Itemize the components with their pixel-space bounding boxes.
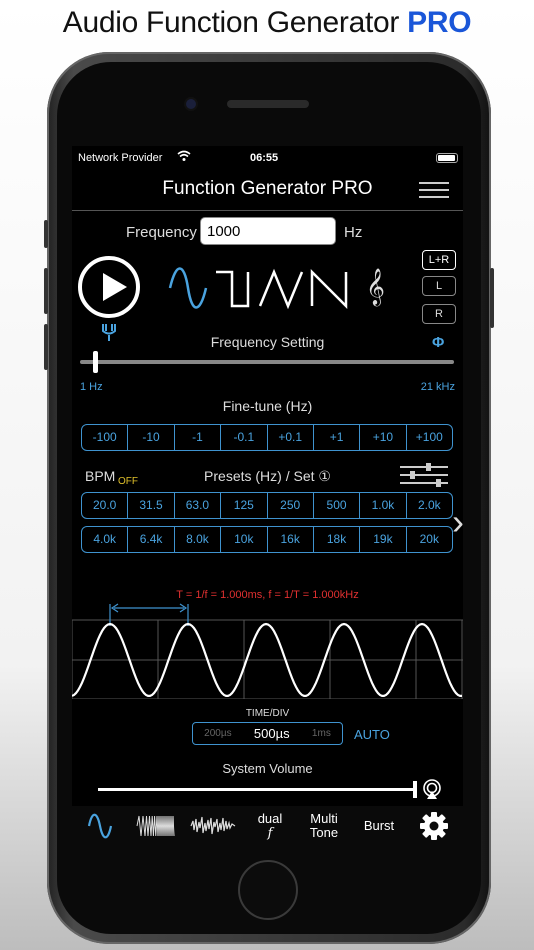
settings-tab[interactable] (414, 806, 454, 846)
phase-button[interactable]: Φ (432, 334, 444, 351)
frequency-unit: Hz (344, 224, 363, 241)
preset-button[interactable]: 2.0k (407, 493, 452, 518)
phone-side-button (44, 324, 48, 370)
earpiece-speaker (227, 100, 309, 108)
preset-button[interactable]: 20k (407, 527, 452, 552)
finetune-button[interactable]: +0.1 (268, 425, 314, 450)
battery-icon (436, 153, 458, 163)
play-button[interactable] (78, 256, 140, 318)
banner-pro: PRO (407, 6, 472, 39)
multitone-tab[interactable]: Multi Tone (302, 806, 346, 846)
sweep-tab[interactable] (134, 806, 178, 846)
preset-button[interactable]: 31.5 (128, 493, 175, 518)
status-time: 06:55 (250, 152, 279, 164)
front-camera (186, 99, 196, 109)
preset-button[interactable]: 250 (268, 493, 314, 518)
waveform-selector (168, 267, 348, 310)
finetune-button[interactable]: -0.1 (221, 425, 268, 450)
preset-button[interactable]: 500 (314, 493, 361, 518)
noise-tab[interactable] (188, 806, 238, 846)
volume-slider-thumb[interactable] (413, 781, 417, 798)
presets-row-1: 20.0 31.5 63.0 125 250 500 1.0k 2.0k (81, 492, 453, 519)
equalizer-settings-icon[interactable] (398, 462, 450, 488)
frequency-slider-track[interactable] (80, 360, 454, 364)
period-marker (109, 603, 189, 626)
channel-lr-button[interactable]: L+R (422, 250, 456, 270)
phone-side-button (490, 268, 494, 328)
preset-button[interactable]: 4.0k (82, 527, 129, 552)
music-note-icon[interactable]: 𝄞 (366, 268, 385, 306)
finetune-button[interactable]: +100 (407, 425, 452, 450)
hamburger-menu-icon[interactable] (419, 182, 449, 200)
channel-l-button[interactable]: L (422, 276, 456, 296)
sine-wave-icon (87, 813, 113, 839)
phone-side-button (44, 268, 48, 314)
wifi-icon (177, 150, 191, 165)
timediv-label: TIME/DIV (245, 708, 290, 719)
channel-r-button[interactable]: R (422, 304, 456, 324)
finetune-label: Fine-tune (Hz) (222, 398, 313, 414)
frequency-setting-label: Frequency Setting (210, 334, 325, 350)
app-banner-title: Audio Function Generator PRO (0, 6, 534, 40)
burst-tab[interactable]: Burst (356, 806, 402, 846)
sine-wave-icon[interactable] (168, 267, 208, 309)
sweep-icon (136, 815, 175, 837)
preset-button[interactable]: 125 (221, 493, 268, 518)
airplay-icon[interactable] (421, 778, 443, 800)
frequency-max-label: 21 kHz (420, 381, 455, 393)
frequency-input[interactable] (200, 217, 336, 245)
volume-slider-track[interactable] (98, 788, 416, 791)
header-divider (72, 210, 463, 211)
finetune-button[interactable]: -1 (175, 425, 222, 450)
dual-tab[interactable]: dual f (248, 806, 292, 846)
scope-grid (72, 619, 463, 699)
timediv-option[interactable]: 1ms (312, 728, 331, 739)
dual-tab-f-label: f (267, 825, 273, 841)
burst-tab-label: Burst (363, 818, 395, 833)
preset-button[interactable]: 10k (221, 527, 268, 552)
phone-side-button (44, 220, 48, 248)
multi-tab-label: Multi (310, 811, 338, 826)
preset-button[interactable]: 6.4k (128, 527, 175, 552)
finetune-button[interactable]: -10 (128, 425, 175, 450)
sine-tab[interactable] (82, 806, 118, 846)
timediv-selector[interactable]: 200µs 500µs 1ms (192, 722, 343, 745)
tone-tab-label: Tone (309, 825, 339, 840)
preset-button[interactable]: 8.0k (175, 527, 222, 552)
dual-tab-label: dual (257, 810, 283, 826)
frequency-label: Frequency (126, 224, 197, 241)
preset-button[interactable]: 63.0 (175, 493, 222, 518)
preset-button[interactable]: 1.0k (360, 493, 407, 518)
status-bar: Network Provider 06:55 (78, 150, 458, 166)
bottom-tab-bar: dual f Multi Tone Burst (72, 806, 463, 846)
finetune-button[interactable]: +10 (360, 425, 407, 450)
page-title: Function Generator PRO (162, 178, 373, 199)
system-volume-label: System Volume (222, 761, 313, 776)
triangle-wave-icon[interactable] (258, 268, 304, 310)
square-wave-icon[interactable] (216, 270, 250, 308)
app-screen: Network Provider 06:55 Function Generato… (72, 146, 463, 846)
chevron-right-icon[interactable]: › (452, 501, 463, 543)
sawtooth-wave-icon[interactable] (310, 268, 348, 310)
oscilloscope-display (72, 603, 463, 699)
finetune-button[interactable]: -100 (82, 425, 129, 450)
carrier-label: Network Provider (78, 152, 163, 164)
banner-title: Audio Function Generator (62, 6, 400, 39)
presets-row-2: 4.0k 6.4k 8.0k 10k 16k 18k 19k 20k (81, 526, 453, 553)
noise-icon (190, 816, 236, 835)
gear-icon (420, 812, 448, 840)
preset-button[interactable]: 16k (268, 527, 314, 552)
preset-button[interactable]: 20.0 (82, 493, 129, 518)
timediv-option[interactable]: 200µs (204, 728, 231, 739)
finetune-buttons: -100 -10 -1 -0.1 +0.1 +1 +10 +100 (81, 424, 453, 451)
frequency-slider-thumb[interactable] (93, 351, 98, 373)
home-button[interactable] (238, 860, 298, 920)
frequency-min-label: 1 Hz (80, 381, 103, 393)
preset-button[interactable]: 18k (314, 527, 361, 552)
preset-button[interactable]: 19k (360, 527, 407, 552)
auto-button[interactable]: AUTO (354, 727, 390, 742)
timediv-option-selected[interactable]: 500µs (254, 726, 290, 741)
finetune-button[interactable]: +1 (314, 425, 361, 450)
